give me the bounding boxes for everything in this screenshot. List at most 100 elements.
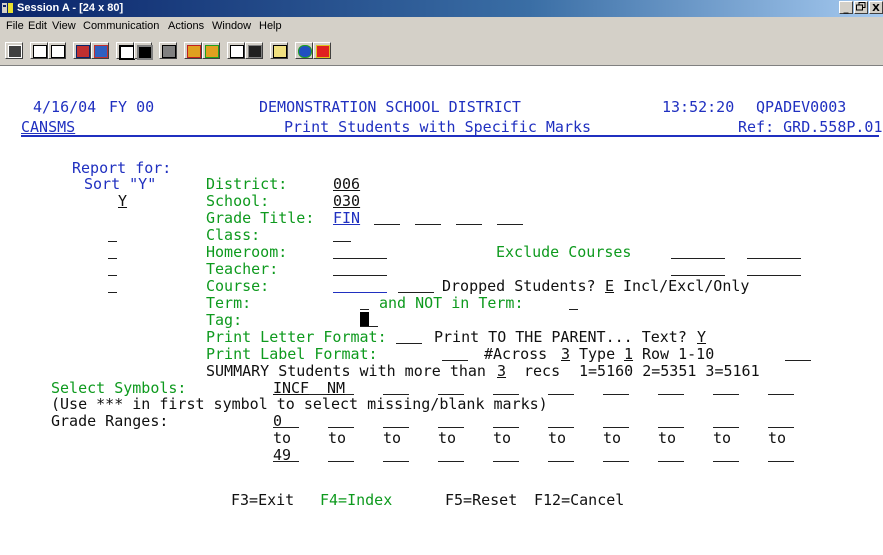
menu-help[interactable]: Help	[259, 20, 282, 32]
ruler-icon[interactable]	[313, 42, 331, 59]
report-for-label: Report for:	[72, 159, 172, 177]
course-sort-field[interactable]	[108, 278, 117, 293]
range-to-7[interactable]	[603, 447, 629, 462]
summary-label: SUMMARY Students with more than	[206, 362, 486, 380]
display2-icon[interactable]	[134, 42, 153, 60]
symbol-field-11[interactable]	[768, 380, 794, 395]
homeroom-sort-field[interactable]	[108, 244, 117, 259]
range-to-label-5: to	[493, 429, 512, 447]
homeroom-label: Homeroom:	[206, 243, 288, 261]
range-from-2[interactable]	[328, 413, 354, 428]
symbol-field-4[interactable]	[383, 380, 409, 395]
school-field[interactable]: 030	[333, 193, 360, 209]
summary-field[interactable]: 3	[497, 363, 506, 379]
macro-icon[interactable]	[159, 42, 177, 59]
header-fy: FY 00	[109, 98, 155, 116]
symbol-field-5[interactable]	[438, 380, 464, 395]
range-to-6[interactable]	[548, 447, 574, 462]
globe-icon[interactable]	[295, 42, 313, 59]
send-icon[interactable]	[73, 42, 91, 59]
exclude-course-field-2[interactable]	[747, 244, 801, 259]
exclude-course-field-4[interactable]	[747, 261, 801, 276]
course-field[interactable]	[333, 278, 387, 293]
stop-icon[interactable]	[227, 42, 245, 59]
range-to-3[interactable]	[383, 447, 409, 462]
playback-icon[interactable]	[202, 42, 220, 59]
range-from-6[interactable]	[548, 413, 574, 428]
f4-index-key[interactable]: F4=Index	[320, 492, 392, 508]
range-from-9[interactable]	[713, 413, 739, 428]
symbol-field-10[interactable]	[713, 380, 739, 395]
symbol-field-9[interactable]	[658, 380, 684, 395]
menu-file[interactable]: File	[6, 20, 24, 32]
range-from-5[interactable]	[493, 413, 519, 428]
range-to-9[interactable]	[713, 447, 739, 462]
copy-icon[interactable]	[30, 42, 48, 59]
range-from-4[interactable]	[438, 413, 464, 428]
class-sort-field[interactable]	[108, 227, 117, 242]
dropped-students-field[interactable]: E	[605, 278, 614, 294]
menu-edit[interactable]: Edit	[28, 20, 47, 32]
grade-title-field-5[interactable]	[497, 210, 523, 225]
exclude-course-field-3[interactable]	[671, 261, 725, 276]
teacher-sort-field[interactable]	[108, 261, 117, 276]
homeroom-field[interactable]	[333, 244, 387, 259]
course-label: Course:	[206, 277, 270, 295]
symbol-field-6[interactable]	[493, 380, 519, 395]
not-in-term-field[interactable]	[569, 295, 578, 310]
course-section-field[interactable]	[398, 278, 434, 293]
range-to-10[interactable]	[768, 447, 794, 462]
across-field[interactable]: 3	[561, 346, 570, 362]
grade-title-label: Grade Title:	[206, 209, 315, 227]
range-to-8[interactable]	[658, 447, 684, 462]
range-from-3[interactable]	[383, 413, 409, 428]
clipboard-icon[interactable]	[270, 42, 288, 59]
grade-title-field-4[interactable]	[456, 210, 482, 225]
print-parent-label: Print TO THE PARENT... Text?	[434, 328, 687, 346]
symbol-field-1[interactable]: INC	[273, 380, 300, 396]
print-icon[interactable]	[5, 42, 23, 59]
district-field[interactable]: 006	[333, 176, 360, 192]
row-field[interactable]	[785, 346, 811, 361]
teacher-field[interactable]	[333, 261, 387, 276]
grade-title-field-3[interactable]	[415, 210, 441, 225]
school-sort-field[interactable]: Y	[118, 193, 127, 209]
display-icon[interactable]	[116, 42, 135, 60]
symbol-field-7[interactable]	[548, 380, 574, 395]
close-button[interactable]: X	[869, 1, 883, 14]
type-field[interactable]: 1	[624, 346, 633, 362]
range-to-2[interactable]	[328, 447, 354, 462]
record-icon[interactable]	[184, 42, 202, 59]
range-to-4[interactable]	[438, 447, 464, 462]
print-parent-field[interactable]: Y	[697, 329, 706, 345]
class-field[interactable]	[333, 227, 351, 242]
symbol-field-2[interactable]: F	[300, 380, 309, 396]
range-to-label-8: to	[658, 429, 677, 447]
range-to-label-4: to	[438, 429, 457, 447]
symbol-field-3[interactable]: NM	[327, 380, 345, 396]
menu-actions[interactable]: Actions	[168, 20, 204, 32]
f12-cancel-key[interactable]: F12=Cancel	[534, 492, 624, 508]
letter-format-field[interactable]	[396, 329, 422, 344]
restore-button[interactable]	[854, 1, 868, 14]
menu-window[interactable]: Window	[212, 20, 251, 32]
paste-icon[interactable]	[48, 42, 66, 59]
range-from-8[interactable]	[658, 413, 684, 428]
pause-icon[interactable]	[245, 42, 263, 59]
range-to-5[interactable]	[493, 447, 519, 462]
range-from-10[interactable]	[768, 413, 794, 428]
receive-icon[interactable]	[91, 42, 109, 59]
term-field[interactable]	[360, 295, 369, 310]
tag-field[interactable]	[360, 312, 378, 327]
label-format-field[interactable]	[442, 346, 468, 361]
grade-title-field[interactable]: FIN	[333, 210, 360, 226]
f5-reset-key[interactable]: F5=Reset	[445, 492, 517, 508]
menu-view[interactable]: View	[52, 20, 76, 32]
exclude-course-field-1[interactable]	[671, 244, 725, 259]
range-from-7[interactable]	[603, 413, 629, 428]
symbol-field-8[interactable]	[603, 380, 629, 395]
minimize-button[interactable]: _	[839, 1, 853, 14]
f3-exit-key[interactable]: F3=Exit	[231, 492, 294, 508]
grade-title-field-2[interactable]	[374, 210, 400, 225]
menu-communication[interactable]: Communication	[83, 20, 159, 32]
